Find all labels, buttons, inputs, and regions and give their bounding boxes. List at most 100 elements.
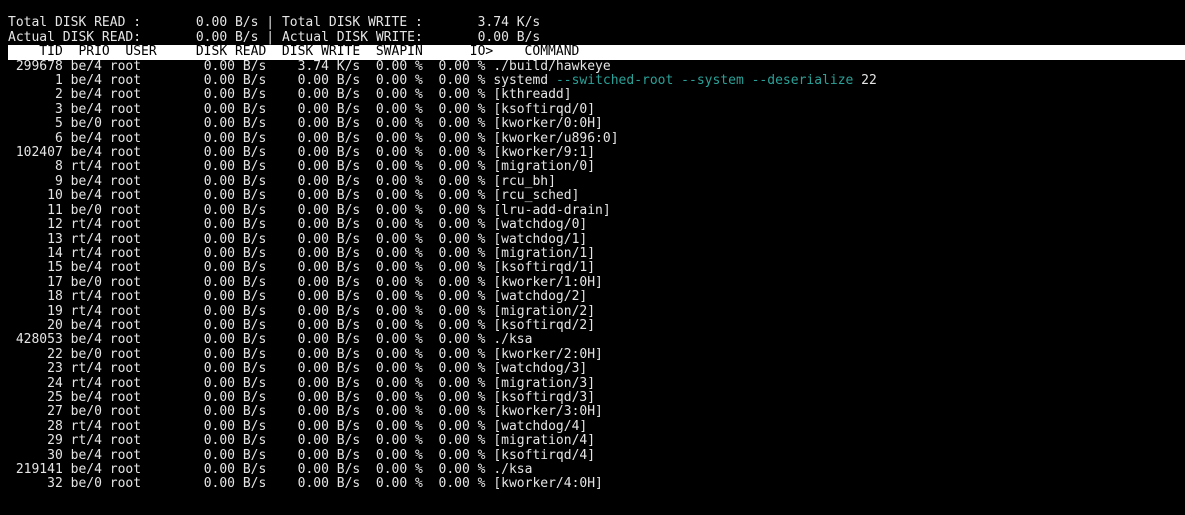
io-cell: 0.00 % [423,59,493,74]
actual-disk-write: Actual DISK WRITE: 0.00 B/s [282,30,540,45]
disk-write-cell: 0.00 B/s [266,433,360,448]
prio-cell: be/4 [71,73,110,88]
process-row[interactable]: 27 be/0 root 0.00 B/s 0.00 B/s 0.00 % 0.… [8,405,1185,419]
user-cell: root [110,102,173,117]
prio-cell: rt/4 [71,376,110,391]
process-row[interactable]: 6 be/4 root 0.00 B/s 0.00 B/s 0.00 % 0.0… [8,132,1185,146]
io-cell: 0.00 % [423,217,493,232]
disk-read-cell: 0.00 B/s [172,59,266,74]
process-row[interactable]: 14 rt/4 root 0.00 B/s 0.00 B/s 0.00 % 0.… [8,247,1185,261]
swapin-cell: 0.00 % [360,217,423,232]
tid-cell: 25 [8,390,71,405]
disk-read-cell: 0.00 B/s [172,347,266,362]
terminal[interactable]: Total DISK READ : 0.00 B/s | Total DISK … [0,0,1185,515]
command-cell: [kthreadd] [493,87,571,102]
tid-cell: 20 [8,318,71,333]
user-cell: root [110,476,173,491]
process-row[interactable]: 428053 be/4 root 0.00 B/s 0.00 B/s 0.00 … [8,333,1185,347]
disk-write-cell: 0.00 B/s [266,275,360,290]
process-row[interactable]: 25 be/4 root 0.00 B/s 0.00 B/s 0.00 % 0.… [8,391,1185,405]
process-row[interactable]: 102407 be/4 root 0.00 B/s 0.00 B/s 0.00 … [8,146,1185,160]
command-cell: [kworker/4:0H] [493,476,603,491]
io-cell: 0.00 % [423,275,493,290]
swapin-cell: 0.00 % [360,318,423,333]
command-cell: [watchdog/0] [493,217,587,232]
io-cell: 0.00 % [423,361,493,376]
process-row[interactable]: 23 rt/4 root 0.00 B/s 0.00 B/s 0.00 % 0.… [8,362,1185,376]
process-row[interactable]: 24 rt/4 root 0.00 B/s 0.00 B/s 0.00 % 0.… [8,377,1185,391]
command-cell: [migration/3] [493,376,595,391]
prio-cell: be/4 [71,87,110,102]
disk-write-cell: 0.00 B/s [266,347,360,362]
tid-cell: 299678 [8,59,71,74]
swapin-cell: 0.00 % [360,131,423,146]
swapin-cell: 0.00 % [360,59,423,74]
process-row[interactable]: 19 rt/4 root 0.00 B/s 0.00 B/s 0.00 % 0.… [8,305,1185,319]
disk-read-cell: 0.00 B/s [172,404,266,419]
tid-cell: 219141 [8,462,71,477]
process-row[interactable]: 30 be/4 root 0.00 B/s 0.00 B/s 0.00 % 0.… [8,449,1185,463]
user-cell: root [110,174,173,189]
process-row[interactable]: 18 rt/4 root 0.00 B/s 0.00 B/s 0.00 % 0.… [8,290,1185,304]
process-row[interactable]: 12 rt/4 root 0.00 B/s 0.00 B/s 0.00 % 0.… [8,218,1185,232]
prio-cell: be/4 [71,174,110,189]
tid-cell: 11 [8,203,71,218]
prio-cell: be/4 [71,390,110,405]
process-row[interactable]: 22 be/0 root 0.00 B/s 0.00 B/s 0.00 % 0.… [8,348,1185,362]
disk-write-cell: 0.00 B/s [266,318,360,333]
user-cell: root [110,73,173,88]
swapin-cell: 0.00 % [360,73,423,88]
io-cell: 0.00 % [423,159,493,174]
prio-cell: be/4 [71,102,110,117]
disk-write-cell: 0.00 B/s [266,332,360,347]
process-row[interactable]: 5 be/0 root 0.00 B/s 0.00 B/s 0.00 % 0.0… [8,117,1185,131]
disk-read-cell: 0.00 B/s [172,289,266,304]
io-cell: 0.00 % [423,73,493,88]
process-row[interactable]: 10 be/4 root 0.00 B/s 0.00 B/s 0.00 % 0.… [8,189,1185,203]
process-row[interactable]: 299678 be/4 root 0.00 B/s 3.74 K/s 0.00 … [8,60,1185,74]
tid-cell: 9 [8,174,71,189]
tid-cell: 102407 [8,145,71,160]
tid-cell: 428053 [8,332,71,347]
disk-write-cell: 0.00 B/s [266,260,360,275]
io-cell: 0.00 % [423,347,493,362]
prio-cell: rt/4 [71,419,110,434]
process-row[interactable]: 29 rt/4 root 0.00 B/s 0.00 B/s 0.00 % 0.… [8,434,1185,448]
disk-read-cell: 0.00 B/s [172,232,266,247]
process-row[interactable]: 13 rt/4 root 0.00 B/s 0.00 B/s 0.00 % 0.… [8,233,1185,247]
swapin-cell: 0.00 % [360,159,423,174]
process-row[interactable]: 8 rt/4 root 0.00 B/s 0.00 B/s 0.00 % 0.0… [8,160,1185,174]
disk-read-cell: 0.00 B/s [172,304,266,319]
process-row[interactable]: 3 be/4 root 0.00 B/s 0.00 B/s 0.00 % 0.0… [8,103,1185,117]
process-row[interactable]: 15 be/4 root 0.00 B/s 0.00 B/s 0.00 % 0.… [8,261,1185,275]
prio-cell: be/0 [71,404,110,419]
tid-cell: 14 [8,246,71,261]
summary-line-2: Actual DISK READ: 0.00 B/s | Actual DISK… [8,30,540,45]
prio-cell: be/4 [71,145,110,160]
process-row[interactable]: 1 be/4 root 0.00 B/s 0.00 B/s 0.00 % 0.0… [8,74,1185,88]
swapin-cell: 0.00 % [360,404,423,419]
disk-write-cell: 0.00 B/s [266,404,360,419]
disk-write-cell: 0.00 B/s [266,246,360,261]
command-cell: [watchdog/2] [493,289,587,304]
process-row[interactable]: 20 be/4 root 0.00 B/s 0.00 B/s 0.00 % 0.… [8,319,1185,333]
disk-read-cell: 0.00 B/s [172,433,266,448]
process-row[interactable]: 2 be/4 root 0.00 B/s 0.00 B/s 0.00 % 0.0… [8,88,1185,102]
process-row[interactable]: 17 be/0 root 0.00 B/s 0.00 B/s 0.00 % 0.… [8,276,1185,290]
disk-read-cell: 0.00 B/s [172,275,266,290]
swapin-cell: 0.00 % [360,116,423,131]
process-row[interactable]: 28 rt/4 root 0.00 B/s 0.00 B/s 0.00 % 0.… [8,420,1185,434]
process-row[interactable]: 9 be/4 root 0.00 B/s 0.00 B/s 0.00 % 0.0… [8,175,1185,189]
command-cell: ./ksa [493,332,532,347]
user-cell: root [110,188,173,203]
disk-read-cell: 0.00 B/s [172,203,266,218]
column-header[interactable]: TID PRIO USER DISK READ DISK WRITE SWAPI… [8,45,1185,59]
prio-cell: rt/4 [71,159,110,174]
process-row[interactable]: 32 be/0 root 0.00 B/s 0.00 B/s 0.00 % 0.… [8,477,1185,491]
process-row[interactable]: 219141 be/4 root 0.00 B/s 0.00 B/s 0.00 … [8,463,1185,477]
io-cell: 0.00 % [423,289,493,304]
process-row[interactable]: 11 be/0 root 0.00 B/s 0.00 B/s 0.00 % 0.… [8,204,1185,218]
user-cell: root [110,59,173,74]
disk-write-cell: 0.00 B/s [266,87,360,102]
user-cell: root [110,404,173,419]
